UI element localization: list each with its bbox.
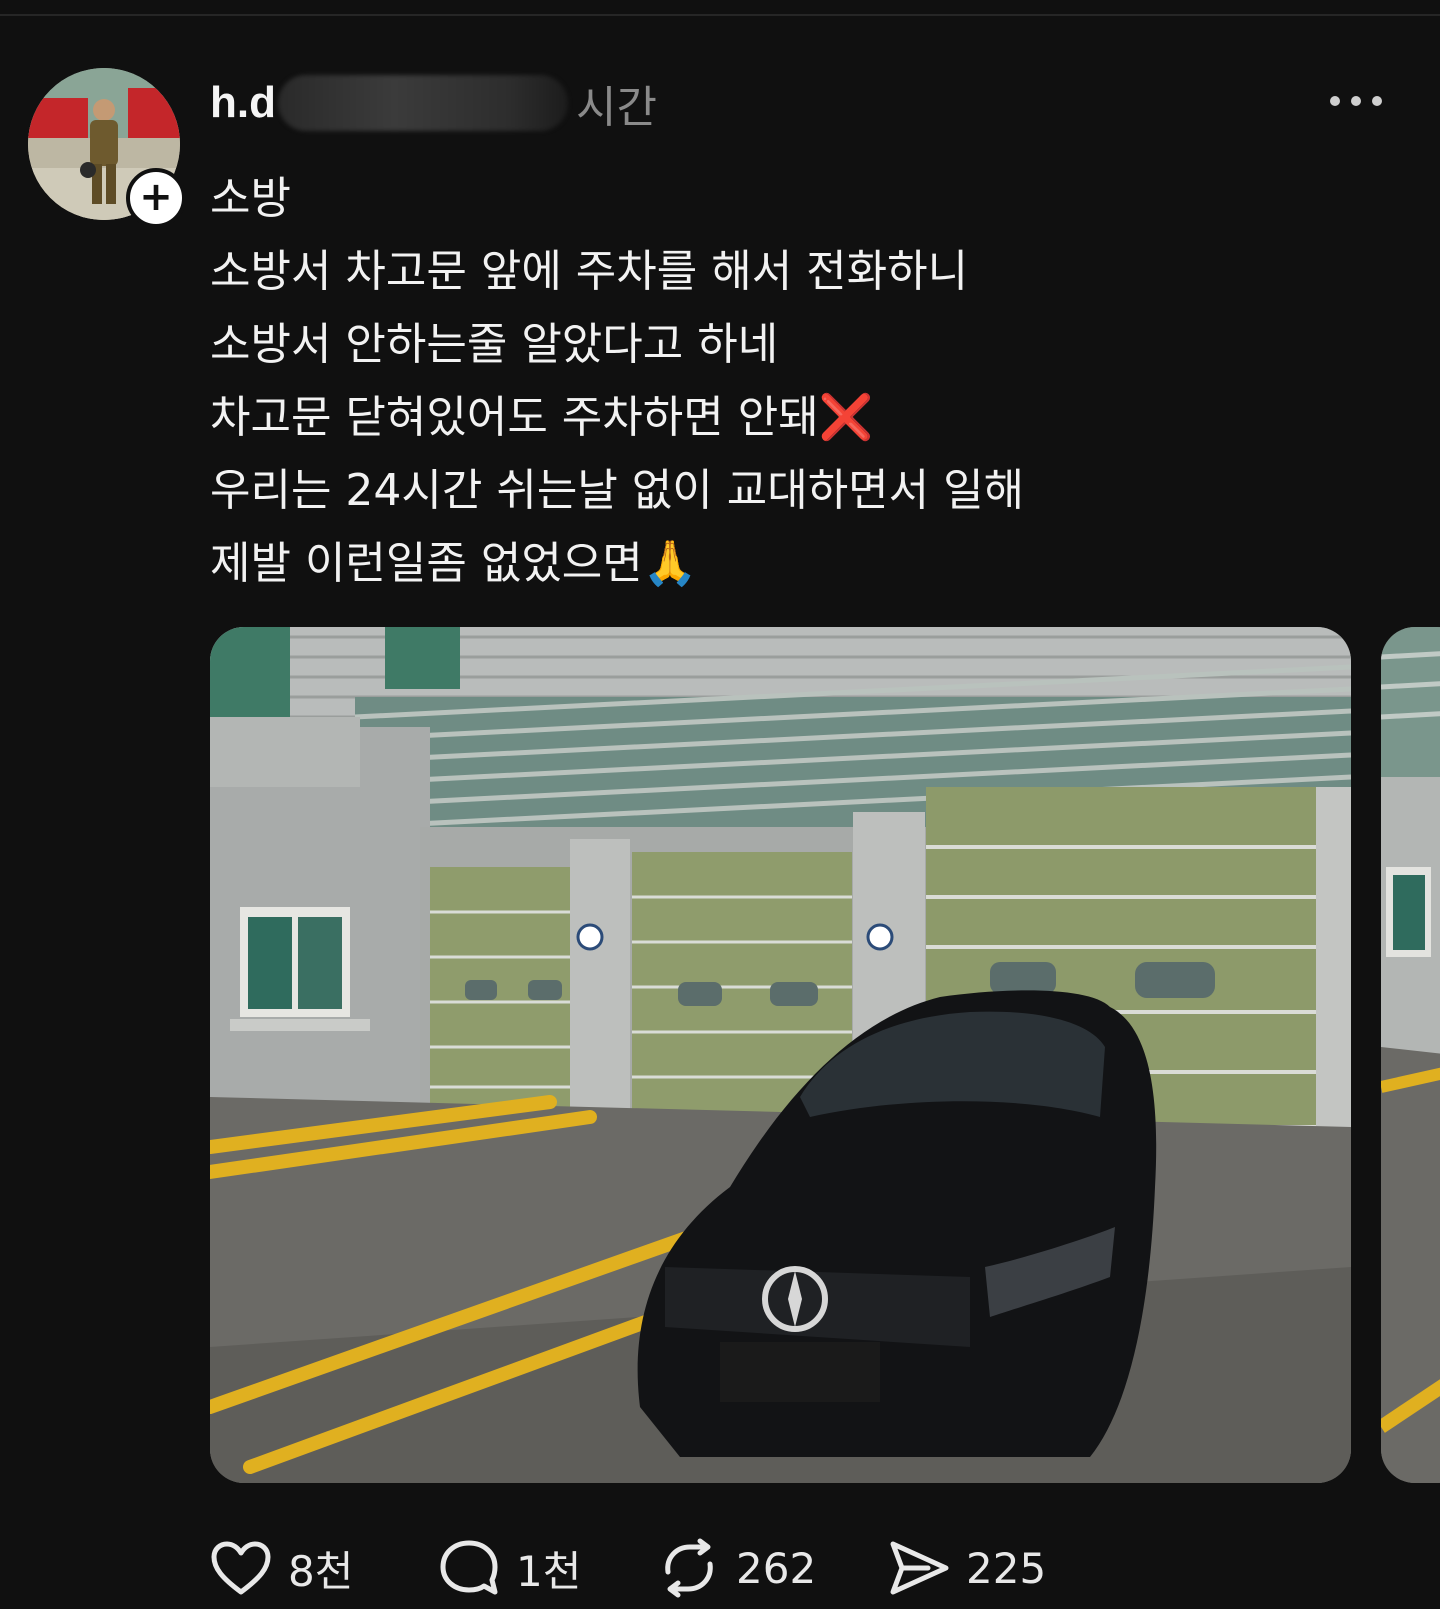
- post-line: 소방서 차고문 앞에 주차를 해서 전화하니: [210, 246, 969, 297]
- reply-count: 1천: [516, 1546, 582, 1596]
- post-line: 제발 이런일좀 없었으면🙏: [210, 538, 698, 589]
- post-line: 소방: [210, 173, 291, 224]
- more-options-icon[interactable]: [1330, 86, 1382, 116]
- post-timestamp: 시간: [575, 82, 657, 133]
- post-photo-garage-car[interactable]: [210, 627, 1351, 1483]
- photo-illustration: [1381, 627, 1440, 1483]
- share-count: 225: [966, 1543, 1047, 1593]
- share-button[interactable]: 225: [888, 1535, 1046, 1601]
- post-header: h.d 시간: [210, 72, 657, 134]
- like-count: 8천: [288, 1546, 354, 1596]
- next-photo-preview[interactable]: [1381, 627, 1440, 1483]
- comment-bubble-icon: [440, 1540, 498, 1595]
- repost-icon: [665, 1538, 713, 1598]
- post-actions: 8천 1천 262 225: [210, 1535, 1210, 1601]
- username[interactable]: h.d: [210, 78, 276, 128]
- more-dot: [1330, 96, 1340, 106]
- follow-plus-icon[interactable]: +: [126, 168, 186, 228]
- redacted-username-blur: [277, 75, 568, 131]
- author-avatar-container[interactable]: +: [28, 68, 186, 228]
- repost-count: 262: [736, 1543, 817, 1593]
- send-icon: [890, 1541, 949, 1595]
- post-line: 우리는 24시간 쉬는날 없이 교대하면서 일해: [210, 465, 1025, 516]
- post-line: 차고문 닫혀있어도 주차하면 안돼❌: [210, 392, 874, 443]
- more-dot: [1372, 96, 1382, 106]
- heart-icon: [211, 1541, 271, 1595]
- reply-button[interactable]: 1천: [438, 1535, 581, 1601]
- top-divider: [0, 14, 1440, 16]
- post-body: 소방 소방서 차고문 앞에 주차를 해서 전화하니 소방서 안하는줄 알았다고 …: [210, 162, 1360, 600]
- photo-illustration: [210, 627, 1351, 1483]
- like-button[interactable]: 8천: [210, 1535, 353, 1601]
- post-line: 소방서 안하는줄 알았다고 하네: [210, 319, 779, 370]
- repost-button[interactable]: 262: [658, 1535, 816, 1601]
- more-dot: [1351, 96, 1361, 106]
